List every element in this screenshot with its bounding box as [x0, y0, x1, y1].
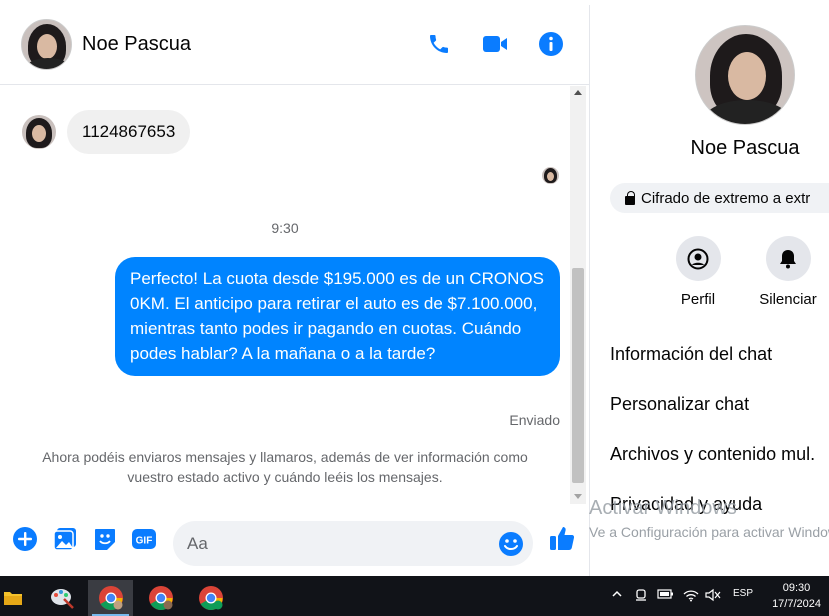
gif-button[interactable]: GIF [131, 526, 157, 552]
clock-date: 17/7/2024 [772, 598, 821, 610]
volume-muted-icon[interactable] [705, 588, 721, 605]
activation-watermark-subtitle: Ve a Configuración para activar Windows. [589, 524, 829, 540]
message-list: 1124867653 9:30 Perfecto! La cuota desde… [0, 86, 570, 504]
meet-now-icon[interactable] [634, 588, 648, 605]
emoji-button[interactable] [498, 531, 524, 557]
scroll-thumb[interactable] [572, 268, 584, 483]
encryption-badge[interactable]: Cifrado de extremo a extr [610, 183, 829, 213]
message-composer: GIF [0, 510, 590, 570]
sticker-icon [95, 529, 115, 550]
message-input[interactable] [173, 521, 533, 566]
conversation-info-button[interactable] [538, 31, 564, 57]
chrome-icon [148, 586, 173, 611]
tray-overflow-chevron-icon[interactable] [611, 588, 623, 603]
plus-circle-icon [13, 527, 37, 551]
activation-watermark-title: Activar Windows [589, 497, 737, 519]
file-explorer-button[interactable] [0, 580, 26, 616]
info-contact-name: Noe Pascua [690, 137, 800, 159]
profile-action[interactable]: Perfil [658, 236, 738, 308]
attach-media-button[interactable] [52, 526, 78, 552]
like-button[interactable] [548, 524, 576, 552]
menu-customize-chat[interactable]: Personalizar chat [610, 394, 749, 415]
smiley-icon [499, 532, 523, 556]
menu-chat-info[interactable]: Información del chat [610, 344, 772, 365]
mute-label: Silenciar [759, 291, 817, 308]
scroll-down-arrow-icon[interactable] [574, 494, 582, 499]
lock-icon [625, 190, 635, 205]
info-avatar[interactable] [695, 25, 795, 125]
chrome-icon [198, 586, 223, 611]
info-panel: Noe Pascua Cifrado de extremo a extr Per… [590, 5, 829, 576]
outgoing-message-bubble[interactable]: Perfecto! La cuota desde $195.000 es de … [115, 257, 560, 376]
folder-icon [4, 592, 22, 605]
sticker-button[interactable] [92, 526, 118, 552]
input-language[interactable]: ESP [733, 588, 753, 599]
clock-time: 09:30 [782, 582, 811, 594]
seen-indicator-avatar [542, 167, 559, 184]
thumbs-up-icon [550, 527, 575, 550]
message-timestamp: 9:30 [271, 220, 299, 236]
paint-app-button[interactable] [42, 580, 82, 616]
info-icon [539, 32, 563, 56]
contact-avatar[interactable] [21, 19, 72, 70]
mute-action[interactable]: Silenciar [748, 236, 828, 308]
chrome-window-1[interactable] [88, 580, 133, 616]
mute-button[interactable] [765, 236, 811, 281]
bell-icon [780, 249, 796, 268]
phone-icon [430, 35, 448, 53]
chrome-icon [98, 586, 123, 611]
contact-name[interactable]: Noe Pascua [82, 33, 191, 56]
chrome-window-3[interactable] [188, 580, 233, 616]
palette-icon [51, 589, 74, 609]
audio-call-button[interactable] [426, 31, 452, 57]
system-clock[interactable]: 09:30 17/7/2024 [772, 580, 821, 612]
message-status: Enviado [509, 412, 560, 428]
scroll-up-arrow-icon[interactable] [574, 90, 582, 95]
svg-text:GIF: GIF [136, 536, 153, 547]
conversation-header: Noe Pascua [0, 5, 590, 85]
profile-button[interactable] [675, 236, 721, 281]
gif-icon: GIF [132, 529, 156, 549]
conversation-panel: Noe Pascua 1124867653 9:30 Perfecto! La … [0, 5, 590, 576]
menu-media-files[interactable]: Archivos y contenido mul. [610, 444, 815, 465]
profile-label: Perfil [680, 291, 716, 308]
wifi-icon[interactable] [683, 588, 699, 605]
sender-avatar[interactable] [22, 115, 56, 149]
video-call-button[interactable] [482, 31, 508, 57]
header-actions [426, 31, 564, 57]
more-actions-button[interactable] [12, 526, 38, 552]
video-camera-icon [483, 36, 507, 52]
chrome-window-2[interactable] [138, 580, 183, 616]
message-scrollbar[interactable] [570, 86, 586, 504]
incoming-message-row: 1124867653 [22, 110, 191, 154]
messenger-app: Noe Pascua 1124867653 9:30 Perfecto! La … [0, 0, 829, 576]
battery-icon[interactable] [656, 588, 674, 603]
encryption-label: Cifrado de extremo a extr [641, 189, 811, 207]
photo-gallery-icon [53, 528, 76, 551]
taskbar: ESP 09:30 17/7/2024 [0, 576, 829, 616]
chat-notice: Ahora podéis enviaros mensajes y llamaro… [42, 449, 528, 485]
profile-icon [687, 248, 709, 269]
incoming-message-bubble[interactable]: 1124867653 [67, 110, 191, 154]
